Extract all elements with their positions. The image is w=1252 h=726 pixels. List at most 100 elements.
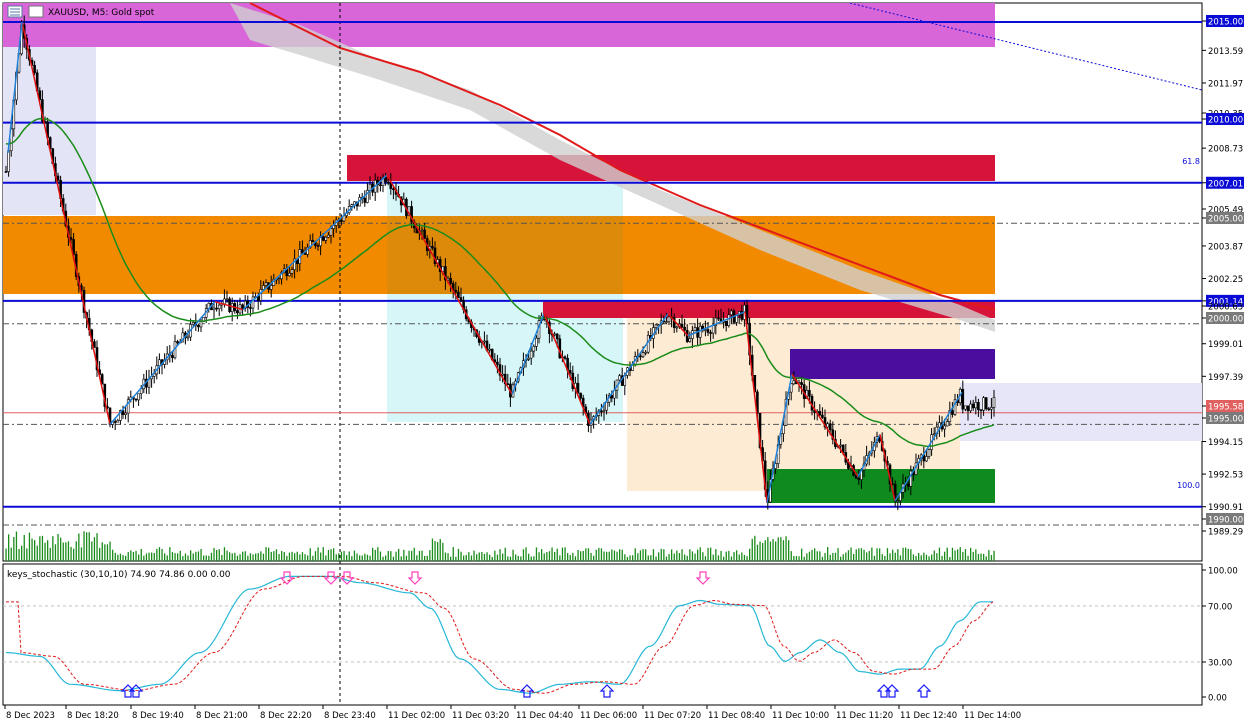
- volume-bar: [686, 555, 688, 561]
- candle-body: [116, 420, 120, 423]
- volume-bar: [938, 547, 941, 561]
- volume-bar: [60, 537, 62, 561]
- volume-bar: [637, 553, 639, 561]
- volume-bar: [470, 555, 473, 561]
- volume-bar: [418, 550, 421, 561]
- volume-bar: [281, 551, 283, 561]
- volume-bar: [148, 552, 150, 561]
- volume-bar: [871, 547, 873, 561]
- candle-body: [971, 403, 975, 409]
- candle-body: [987, 408, 991, 411]
- volume-bar: [361, 555, 363, 561]
- volume-bar: [725, 551, 727, 561]
- candle-body: [906, 483, 910, 487]
- volume-bar: [405, 555, 408, 561]
- volume-bar: [590, 552, 592, 561]
- volume-bar: [816, 551, 818, 561]
- volume-bar: [314, 551, 317, 561]
- candle-body: [610, 395, 614, 399]
- volume-bar: [715, 549, 717, 561]
- volume-bar: [86, 532, 88, 561]
- volume-bar: [585, 548, 587, 561]
- volume-bar: [782, 540, 785, 561]
- volume-bar: [647, 555, 649, 561]
- candle-body: [527, 357, 530, 360]
- volume-bar: [980, 553, 982, 561]
- volume-bar: [109, 541, 111, 561]
- candle-body: [706, 329, 710, 333]
- volume-bar: [5, 548, 7, 561]
- volume-bar: [728, 550, 730, 561]
- volume-bar: [197, 551, 200, 561]
- price-tick-label: 1992.53: [1208, 471, 1243, 481]
- chart-canvas[interactable]: 61.8 100.0 XAUUSD, M5: Gold spot 2015.00…: [0, 0, 1252, 726]
- candle-body: [215, 307, 218, 310]
- volume-bar: [265, 547, 267, 561]
- volume-bar: [967, 555, 969, 561]
- oscillator-scale: 100.00 70.00 30.00 0.00: [1202, 567, 1238, 704]
- candle-body: [639, 355, 642, 358]
- volume-bar: [793, 556, 795, 561]
- volume-bar: [626, 556, 629, 561]
- candle-body: [693, 327, 697, 331]
- candle-body: [966, 405, 970, 412]
- volume-bar: [54, 544, 57, 561]
- candle-body: [384, 177, 387, 183]
- time-tick-label: 8 Dec 18:20: [67, 711, 119, 721]
- green-zone: [767, 469, 995, 503]
- volume-bar: [681, 549, 683, 561]
- volume-bar: [834, 552, 837, 561]
- candle-body: [927, 449, 931, 457]
- magenta-zone: [230, 3, 995, 47]
- volume-bar: [450, 556, 452, 561]
- volume-bar: [629, 555, 631, 561]
- volume-bar: [312, 555, 314, 561]
- volume-bar: [369, 555, 371, 561]
- candle-body: [241, 304, 244, 309]
- volume-bar: [67, 541, 70, 561]
- candle-body: [423, 229, 426, 239]
- volume-bar: [317, 547, 319, 561]
- candle-body: [992, 397, 996, 408]
- candle-body: [176, 341, 179, 344]
- volume-bar: [876, 548, 878, 561]
- osc-tick-label: 70.00: [1208, 603, 1232, 613]
- volume-bar: [769, 541, 772, 561]
- volume-bar: [873, 555, 876, 561]
- volume-bar: [798, 556, 800, 561]
- volume-bar: [411, 550, 413, 561]
- volume-bar: [57, 533, 59, 561]
- volume-bar: [717, 555, 720, 561]
- volume-bar: [96, 533, 98, 561]
- volume-bar: [892, 549, 894, 561]
- volume-bar: [972, 551, 974, 561]
- volume-bar: [613, 550, 616, 561]
- volume-bar: [213, 547, 215, 561]
- candle-body: [568, 370, 572, 374]
- volume-bar: [780, 537, 782, 561]
- volume-bar: [273, 551, 275, 561]
- candle-body: [488, 348, 491, 351]
- volume-bar: [621, 549, 623, 561]
- volume-bar: [91, 541, 93, 561]
- volume-bar: [827, 547, 829, 561]
- volume-bar: [928, 556, 930, 561]
- candle-body: [675, 326, 679, 329]
- volume-bar: [559, 555, 561, 561]
- volume-bar: [595, 549, 597, 561]
- candle-body: [386, 181, 390, 184]
- time-tick-label: 11 Dec 03:20: [452, 711, 509, 721]
- candle-body: [223, 298, 226, 305]
- volume-bar: [486, 552, 488, 561]
- volume-bar: [580, 551, 582, 561]
- volume-bar: [964, 549, 967, 561]
- candle-body: [964, 405, 967, 410]
- volume-bar: [507, 556, 509, 561]
- volume-bar: [814, 548, 816, 561]
- volume-bar: [668, 553, 670, 561]
- volume-bar: [465, 554, 467, 561]
- indicator-label: keys_stochastic (30,10,10) 74.90 74.86 0…: [7, 570, 231, 580]
- volume-bar: [569, 555, 571, 561]
- volume-bar: [884, 555, 886, 561]
- volume-bar: [275, 549, 278, 561]
